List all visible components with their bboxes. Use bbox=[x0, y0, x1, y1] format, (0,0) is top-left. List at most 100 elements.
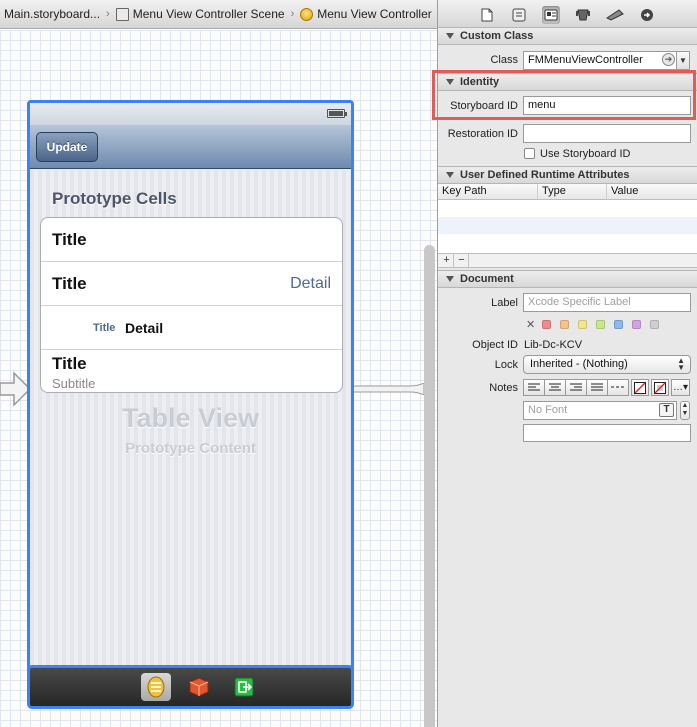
color-label-swatch-blue[interactable] bbox=[614, 320, 623, 329]
more-options-button[interactable]: …▾ bbox=[671, 379, 690, 396]
disclosure-triangle-icon bbox=[446, 172, 454, 178]
breadcrumb-view-controller[interactable]: Menu View Controller bbox=[300, 7, 432, 21]
table-row bbox=[438, 217, 697, 234]
text-color-button[interactable] bbox=[631, 379, 649, 396]
disclosure-triangle-icon bbox=[446, 276, 454, 282]
table-cell-basic[interactable]: Title bbox=[41, 218, 342, 262]
table-cell-left-detail[interactable]: Title Detail bbox=[41, 306, 342, 350]
file-inspector-icon[interactable] bbox=[478, 6, 496, 24]
add-attribute-button[interactable]: + bbox=[440, 254, 454, 267]
document-section-header[interactable]: Document bbox=[438, 270, 697, 288]
quick-help-icon[interactable] bbox=[510, 6, 528, 24]
identity-inspector-icon[interactable] bbox=[542, 6, 560, 24]
align-justify-icon bbox=[591, 383, 603, 391]
breadcrumb-label: Main.storyboard... bbox=[4, 7, 101, 21]
font-value: No Font bbox=[528, 404, 568, 416]
updown-arrows-icon: ▲ ▼ bbox=[677, 356, 685, 372]
align-natural-button[interactable] bbox=[607, 379, 629, 396]
section-title: Custom Class bbox=[460, 30, 534, 42]
section-header: Prototype Cells bbox=[52, 189, 177, 208]
color-label-swatch-red[interactable] bbox=[542, 320, 551, 329]
cell-detail: Detail bbox=[125, 320, 164, 336]
disclosure-triangle-icon bbox=[446, 33, 454, 39]
remove-attribute-button[interactable]: − bbox=[455, 254, 469, 267]
breadcrumb-storyboard[interactable]: Main.storyboard... bbox=[4, 7, 100, 21]
font-size-stepper[interactable]: ▲ ▼ bbox=[680, 401, 690, 420]
status-bar bbox=[30, 103, 351, 125]
attributes-inspector-icon[interactable] bbox=[574, 6, 592, 24]
color-label-swatch-yellow[interactable] bbox=[578, 320, 587, 329]
update-button[interactable]: Update bbox=[36, 132, 98, 162]
runtime-attributes-table[interactable]: Key Path Type Value bbox=[438, 184, 697, 254]
segue-connector[interactable] bbox=[352, 383, 424, 395]
use-storyboard-id-checkbox[interactable] bbox=[524, 148, 535, 159]
lock-value: Inherited - (Nothing) bbox=[530, 358, 628, 370]
font-picker-icon[interactable]: T bbox=[659, 403, 674, 417]
background-color-button[interactable] bbox=[651, 379, 669, 396]
align-center-button[interactable] bbox=[544, 379, 566, 396]
column-header-type[interactable]: Type bbox=[538, 184, 607, 200]
lock-popup-button[interactable]: Inherited - (Nothing) ▲ ▼ bbox=[523, 355, 691, 374]
object-id-label: Object ID bbox=[472, 339, 518, 351]
jump-bar: Main.storyboard... › Menu View Controlle… bbox=[0, 0, 437, 29]
no-color-swatch-icon bbox=[634, 381, 646, 394]
label-label: Label bbox=[491, 297, 518, 309]
dock-view-controller[interactable] bbox=[141, 673, 171, 701]
navigate-arrow-icon[interactable]: ➔ bbox=[662, 53, 675, 66]
battery-icon bbox=[327, 109, 347, 118]
prototype-cells-group: Title Title Detail Title Detail Title Su… bbox=[40, 217, 343, 393]
color-label-swatch-gray[interactable] bbox=[650, 320, 659, 329]
dock-first-responder[interactable] bbox=[184, 673, 214, 701]
notes-text-field[interactable] bbox=[523, 424, 691, 442]
table-cell-right-detail[interactable]: Title Detail bbox=[41, 262, 342, 306]
cell-subtitle: Subtitle bbox=[52, 376, 96, 391]
restoration-id-label: Restoration ID bbox=[447, 128, 518, 140]
canvas-scrollbar[interactable] bbox=[424, 245, 435, 727]
align-center-icon bbox=[549, 383, 561, 391]
chevron-right-icon: › bbox=[290, 8, 295, 20]
notes-label: Notes bbox=[489, 382, 518, 394]
table-cell-subtitle[interactable]: Title Subtitle bbox=[41, 350, 342, 392]
dropdown-arrow-icon[interactable]: ▼ bbox=[676, 52, 689, 69]
section-title: User Defined Runtime Attributes bbox=[460, 169, 630, 181]
cell-title: Title bbox=[52, 354, 87, 373]
size-inspector-icon[interactable] bbox=[606, 6, 624, 24]
color-label-swatch-purple[interactable] bbox=[632, 320, 641, 329]
connections-inspector-icon[interactable] bbox=[638, 6, 656, 24]
restoration-id-field[interactable] bbox=[523, 124, 691, 143]
storyboard-canvas[interactable]: Update Prototype Cells Title Title Detai… bbox=[0, 30, 437, 727]
scene-icon bbox=[115, 7, 129, 21]
table-view-sublabel: Prototype Content bbox=[125, 440, 256, 457]
highlight-annotation-box bbox=[432, 70, 696, 120]
ellipsis-icon: …▾ bbox=[672, 382, 689, 393]
clear-color-label-icon[interactable]: ✕ bbox=[526, 318, 535, 331]
align-left-button[interactable] bbox=[523, 379, 545, 396]
no-background-swatch-icon bbox=[654, 381, 666, 394]
class-value: FMMenuViewController bbox=[528, 54, 643, 66]
exit-icon bbox=[234, 677, 254, 697]
color-label-swatch-orange[interactable] bbox=[560, 320, 569, 329]
navigation-bar: Update bbox=[30, 125, 351, 169]
table-view-label: Table View bbox=[121, 403, 260, 433]
align-left-icon bbox=[528, 383, 540, 391]
dock-exit[interactable] bbox=[229, 673, 259, 701]
view-controller-icon bbox=[147, 676, 165, 698]
align-natural-icon bbox=[611, 386, 624, 388]
inspector-selector-bar bbox=[438, 0, 697, 29]
view-controller-scene[interactable]: Update Prototype Cells Title Title Detai… bbox=[27, 100, 354, 675]
scene-dock bbox=[27, 665, 354, 709]
column-header-key-path[interactable]: Key Path bbox=[438, 184, 538, 200]
xcode-label-field[interactable]: Xcode Specific Label bbox=[523, 293, 691, 312]
align-right-button[interactable] bbox=[565, 379, 587, 396]
color-label-swatch-green[interactable] bbox=[596, 320, 605, 329]
breadcrumb-scene[interactable]: Menu View Controller Scene bbox=[115, 7, 285, 21]
cell-title: Title bbox=[93, 322, 116, 334]
align-right-icon bbox=[570, 383, 582, 391]
font-field[interactable]: No Font T bbox=[523, 401, 677, 420]
object-id-value: Lib-Dc-KCV bbox=[524, 339, 583, 351]
class-combo-box[interactable]: FMMenuViewController ➔ ▼ bbox=[523, 51, 690, 70]
align-justify-button[interactable] bbox=[586, 379, 608, 396]
custom-class-section-header[interactable]: Custom Class bbox=[438, 27, 697, 45]
column-header-value[interactable]: Value bbox=[607, 184, 697, 200]
runtime-attributes-section-header[interactable]: User Defined Runtime Attributes bbox=[438, 166, 697, 184]
